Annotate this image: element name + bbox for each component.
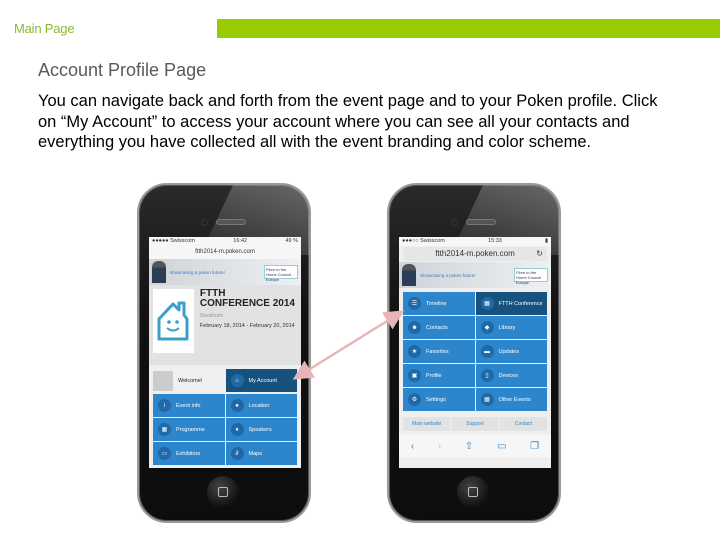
connector-arrow [292,310,405,380]
double-arrow-line [292,310,405,380]
